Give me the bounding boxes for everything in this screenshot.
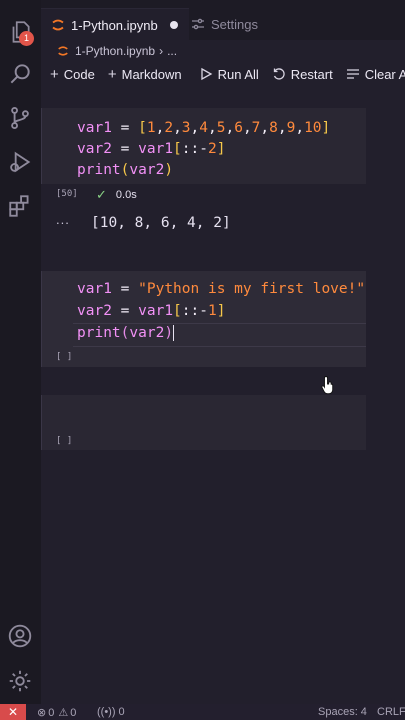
- jupyter-icon: [57, 45, 69, 57]
- code-line: var1 = [1,2,3,4,5,6,7,8,9,10]: [77, 120, 331, 136]
- code-line: print(var2): [77, 162, 174, 178]
- indentation-indicator[interactable]: Spaces: 4: [318, 706, 367, 718]
- run-all-label: Run All: [217, 66, 259, 82]
- cell-status: ✓ 0.0s: [96, 187, 137, 203]
- tab-notebook-label: 1-Python.ipynb: [71, 17, 158, 33]
- empty-code-cell[interactable]: [41, 395, 366, 450]
- run-all-button[interactable]: Run All: [199, 67, 259, 82]
- add-code-label: Code: [63, 66, 95, 82]
- warning-icon: ⚠: [58, 707, 69, 719]
- execution-count: [50]: [56, 189, 78, 199]
- explorer-badge: 1: [19, 31, 34, 46]
- broadcast-icon: ((•)): [97, 706, 116, 718]
- add-markdown-button[interactable]: + Markdown: [108, 66, 182, 83]
- jupyter-icon: [51, 18, 65, 32]
- error-count: 0: [48, 706, 55, 719]
- code-line: var2 = var1[::-1]: [77, 303, 226, 319]
- extensions-icon[interactable]: [6, 192, 34, 220]
- warning-count: 0: [70, 706, 77, 719]
- tab-notebook[interactable]: 1-Python.ipynb: [41, 8, 189, 41]
- status-bar: ✕ ⊗ 0 ⚠ 0 ((•)) 0 Spaces: 4 CRLF: [0, 704, 405, 720]
- plus-icon: +: [50, 65, 59, 83]
- breadcrumb: 1-Python.ipynb › ...: [41, 40, 405, 62]
- restart-icon: [272, 67, 286, 81]
- code-cell-focused[interactable]: var1 = "Python is my first love!" var2 =…: [41, 271, 366, 367]
- execution-count: [ ]: [56, 352, 73, 362]
- tab-settings-label: Settings: [211, 16, 258, 32]
- account-icon[interactable]: [6, 622, 34, 650]
- source-control-icon[interactable]: [6, 104, 34, 132]
- success-check-icon: ✓: [96, 187, 107, 202]
- unsaved-dot-icon[interactable]: [169, 21, 178, 29]
- breadcrumb-file[interactable]: 1-Python.ipynb: [75, 44, 155, 58]
- tab-settings[interactable]: Settings: [191, 8, 258, 40]
- problems-indicator[interactable]: ⊗ 0 ⚠ 0: [37, 706, 77, 720]
- clear-all-label: Clear A: [364, 66, 405, 82]
- code-cell[interactable]: var1 = [1,2,3,4,5,6,7,8,9,10] var2 = var…: [41, 108, 366, 184]
- activity-bar: 1: [0, 0, 41, 704]
- settings-sliders-icon: [191, 17, 205, 31]
- restart-label: Restart: [290, 66, 333, 82]
- notebook-toolbar: + Code + Markdown Run All Restart Clear …: [41, 62, 405, 86]
- settings-gear-icon[interactable]: [6, 667, 34, 695]
- run-all-icon: [199, 67, 213, 81]
- plus-icon: +: [107, 65, 117, 83]
- breadcrumb-more[interactable]: ...: [167, 44, 177, 58]
- execution-count: [ ]: [56, 436, 73, 446]
- add-markdown-label: Markdown: [121, 66, 182, 82]
- clear-all-button[interactable]: Clear A: [346, 67, 405, 82]
- code-line: var2 = var1[::-2]: [77, 141, 226, 157]
- code-line: var1 = "Python is my first love!": [77, 281, 366, 297]
- output-more-icon[interactable]: ...: [56, 212, 70, 227]
- current-line-highlight: [73, 323, 366, 347]
- restart-button[interactable]: Restart: [272, 67, 333, 82]
- search-icon[interactable]: [6, 60, 34, 88]
- add-code-button[interactable]: + Code: [50, 66, 95, 83]
- tab-bar: 1-Python.ipynb Settings: [41, 0, 405, 41]
- run-debug-icon[interactable]: [6, 148, 34, 176]
- cell-output: [10, 8, 6, 4, 2]: [91, 215, 231, 231]
- eol-indicator[interactable]: CRLF: [377, 706, 405, 718]
- mouse-cursor-icon: [321, 375, 335, 400]
- execution-time: 0.0s: [115, 189, 137, 201]
- ports-count: 0: [118, 706, 125, 718]
- breadcrumb-chevron-icon: ›: [159, 44, 164, 58]
- error-icon: ⊗: [37, 707, 47, 719]
- clear-all-icon: [346, 67, 360, 81]
- remote-indicator-icon[interactable]: ✕: [0, 704, 26, 720]
- ports-indicator[interactable]: ((•)) 0: [97, 706, 125, 718]
